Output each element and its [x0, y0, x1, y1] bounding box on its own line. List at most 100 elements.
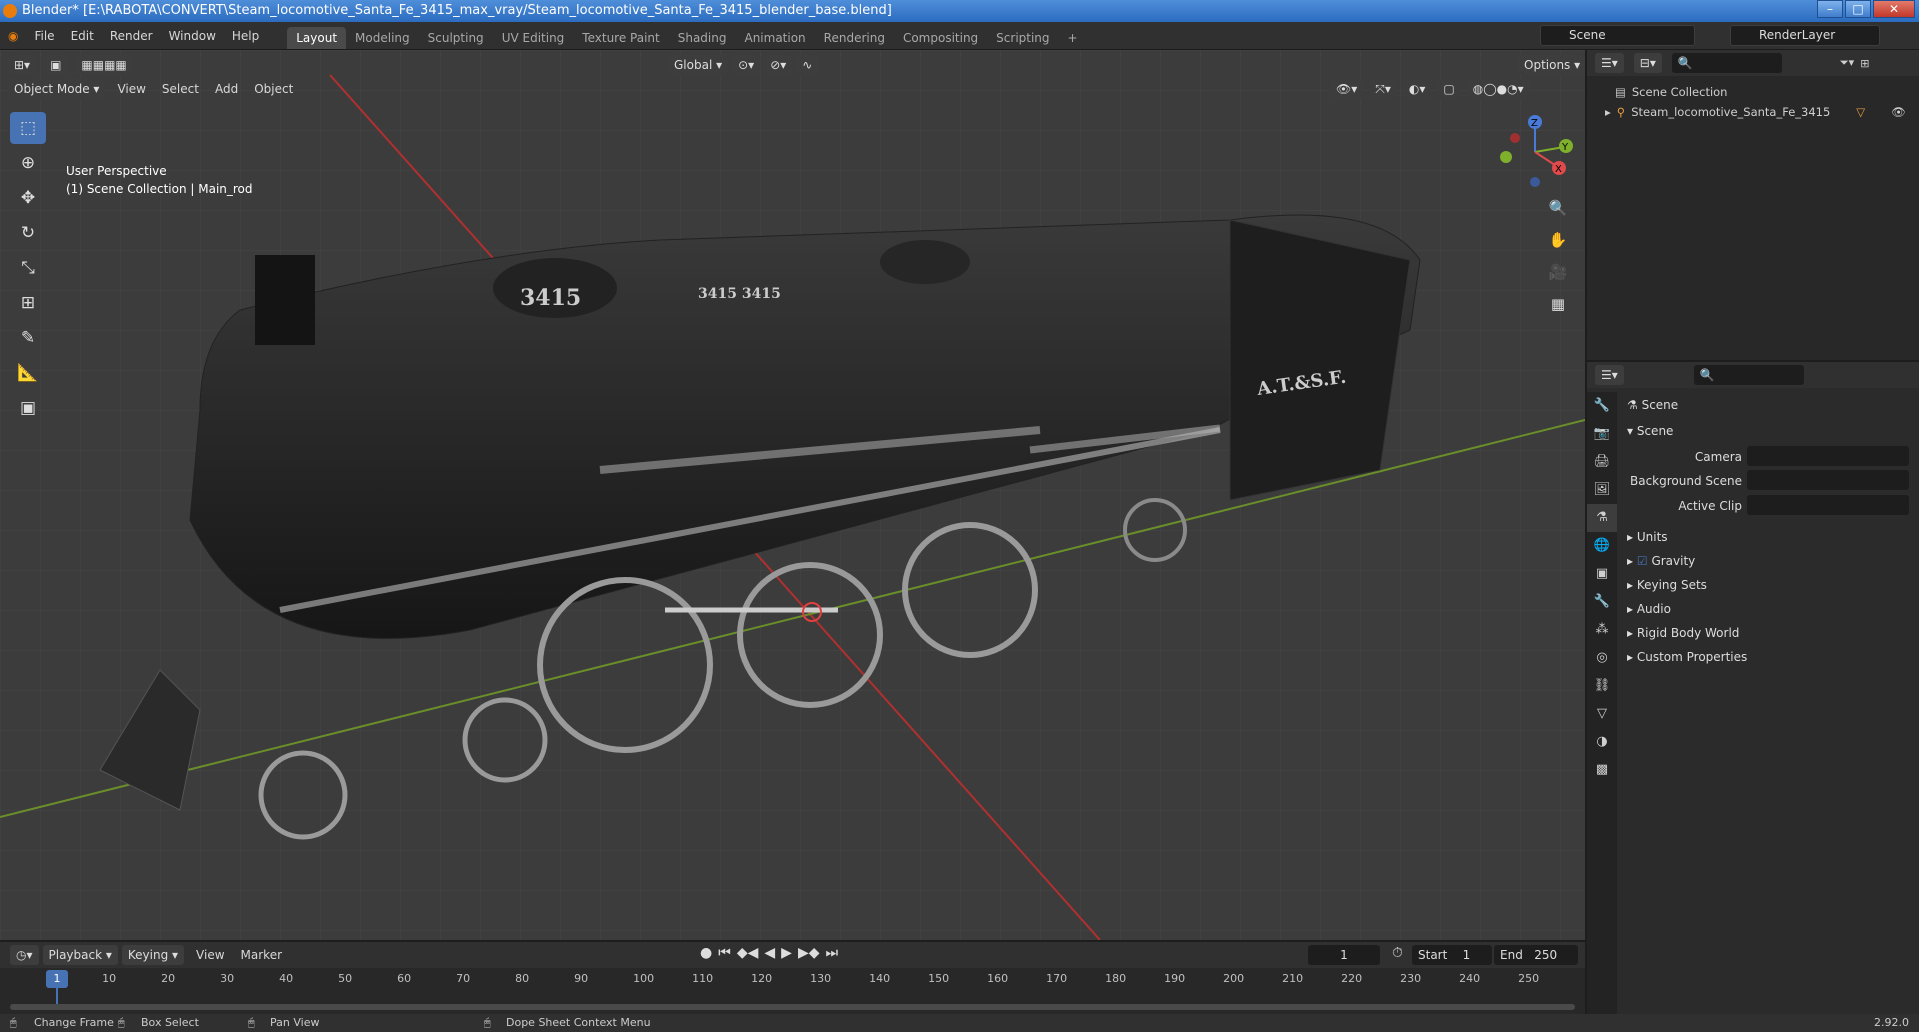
menu-edit[interactable]: Edit [63, 22, 102, 50]
properties-editor-icon[interactable]: ☰▾ [1595, 365, 1624, 385]
locomotive-row[interactable]: ▸ ⚲ Steam_locomotive_Santa_Fe_3415 ▽ 👁 [1605, 102, 1919, 122]
menu-view[interactable]: View [109, 75, 153, 103]
prev-key-icon[interactable]: ◆◀ [737, 945, 759, 961]
annotate-tool-icon[interactable]: ✎ [10, 322, 46, 354]
select-mode-icon[interactable]: ▣ [44, 55, 68, 75]
add-workspace-icon[interactable]: + [1059, 27, 1087, 49]
stopwatch-icon[interactable]: ⏱ [1392, 945, 1403, 961]
play-reverse-icon[interactable]: ◀ [764, 945, 775, 961]
play-icon[interactable]: ▶ [781, 945, 792, 961]
blender-menu-icon[interactable]: ◉ [0, 22, 26, 50]
data-tab-icon[interactable]: ▽ [1587, 700, 1617, 728]
zoom-icon[interactable]: 🔍 [1546, 196, 1570, 220]
texture-tab-icon[interactable]: ▩ [1587, 756, 1617, 784]
tab-sculpting[interactable]: Sculpting [419, 27, 493, 49]
tab-animation[interactable]: Animation [735, 27, 814, 49]
scene-collection-row[interactable]: ▤ Scene Collection [1615, 82, 1919, 102]
xray-icon[interactable]: ▢ [1437, 79, 1461, 99]
new-collection-icon[interactable]: ⊞ [1860, 57, 1869, 70]
move-tool-icon[interactable]: ✥ [10, 182, 46, 214]
constraints-tab-icon[interactable]: ⛓ [1587, 672, 1617, 700]
options-button[interactable]: Options ▾ [1518, 55, 1585, 75]
tab-shading[interactable]: Shading [669, 27, 736, 49]
navigation-gizmo[interactable]: Z Y X [1490, 110, 1580, 190]
menu-window[interactable]: Window [161, 22, 224, 50]
background-scene-field[interactable] [1747, 470, 1909, 490]
display-mode-icon[interactable]: ⊟▾ [1633, 53, 1662, 73]
camera-field[interactable] [1747, 446, 1909, 466]
menu-render[interactable]: Render [102, 22, 161, 50]
scene-tab-icon[interactable]: ⚗ [1587, 504, 1617, 532]
rotate-tool-icon[interactable]: ↻ [10, 217, 46, 249]
material-tab-icon[interactable]: ◑ [1587, 728, 1617, 756]
tab-rendering[interactable]: Rendering [815, 27, 894, 49]
tab-texture-paint[interactable]: Texture Paint [573, 27, 668, 49]
minimize-button[interactable]: – [1817, 0, 1843, 18]
rigid-body-panel[interactable]: ▸ Rigid Body World [1627, 626, 1739, 640]
menu-select[interactable]: Select [154, 75, 207, 103]
active-clip-field[interactable] [1747, 495, 1909, 515]
playhead-frame[interactable]: 1 [46, 970, 68, 988]
cursor-tool-icon[interactable]: ⊕ [10, 147, 46, 179]
playback-menu[interactable]: Playback ▾ [42, 945, 118, 965]
next-key-icon[interactable]: ▶◆ [798, 945, 820, 961]
render-tab-icon[interactable]: 📷 [1587, 420, 1617, 448]
tab-scripting[interactable]: Scripting [987, 27, 1058, 49]
transform-tool-icon[interactable]: ⊞ [10, 287, 46, 319]
select-tool-icon[interactable]: ⬚ [10, 112, 46, 144]
particles-tab-icon[interactable]: ⁂ [1587, 616, 1617, 644]
view-layer-tab-icon[interactable]: 🖼 [1587, 476, 1617, 504]
tab-modeling[interactable]: Modeling [346, 27, 419, 49]
tab-layout[interactable]: Layout [287, 26, 347, 49]
gizmo-toggle-icon[interactable]: ⤧▾ [1369, 79, 1397, 99]
tool-tab-icon[interactable]: 🔧 [1587, 392, 1617, 420]
pivot-icon[interactable]: ⊙▾ [732, 55, 761, 75]
output-tab-icon[interactable]: 🖨 [1587, 448, 1617, 476]
pan-hand-icon[interactable]: ✋ [1546, 228, 1570, 252]
object-tab-icon[interactable]: ▣ [1587, 560, 1617, 588]
shading-modes[interactable]: ◍◯●◔▾ [1466, 79, 1530, 99]
tab-compositing[interactable]: Compositing [894, 27, 987, 49]
menu-object[interactable]: Object [246, 75, 301, 103]
units-panel[interactable]: ▸ Units [1627, 530, 1668, 544]
transform-orientation[interactable]: Global ▾ [668, 55, 729, 75]
editor-type-icon[interactable]: ⊞▾ [8, 55, 37, 75]
keying-sets-panel[interactable]: ▸ Keying Sets [1627, 578, 1707, 592]
keying-menu[interactable]: Keying ▾ [121, 945, 185, 965]
timeline-view-menu[interactable]: View [188, 941, 232, 969]
proportional-icon[interactable]: ∿ [796, 55, 819, 75]
menu-add[interactable]: Add [207, 75, 246, 103]
close-button[interactable]: ✕ [1873, 0, 1915, 18]
outliner-editor-icon[interactable]: ☰▾ [1595, 53, 1624, 73]
properties-search-input[interactable]: 🔍 [1693, 365, 1804, 385]
scene-panel-header[interactable]: ▾ Scene [1627, 424, 1673, 438]
ortho-grid-icon[interactable]: ▦ [1546, 292, 1570, 316]
view-layer-selector[interactable]: RenderLayer [1730, 25, 1880, 46]
menu-file[interactable]: File [26, 22, 62, 50]
timeline-scrollbar[interactable] [10, 1004, 1575, 1010]
add-cube-tool-icon[interactable]: ▣ [10, 392, 46, 424]
world-tab-icon[interactable]: 🌐 [1587, 532, 1617, 560]
menu-help[interactable]: Help [224, 22, 267, 50]
timeline-marker-menu[interactable]: Marker [233, 941, 290, 969]
filter-icon[interactable]: ⏷▾ [1840, 56, 1854, 70]
mode-selector[interactable]: Object Mode ▾ [8, 79, 106, 99]
start-frame-field[interactable]: Start 1 [1412, 945, 1492, 965]
gravity-panel[interactable]: ▸ ☑ Gravity [1627, 554, 1695, 568]
scene-selector[interactable]: Scene [1540, 25, 1695, 46]
snap-icon[interactable]: ⊘▾ [764, 55, 793, 75]
gravity-checkbox[interactable]: ☑ [1637, 554, 1648, 568]
tab-uv-editing[interactable]: UV Editing [493, 27, 574, 49]
custom-properties-panel[interactable]: ▸ Custom Properties [1627, 650, 1747, 664]
timeline-area[interactable]: 10 20 30 40 50 60 70 80 90 100 110 120 130 140 150 160 1… [0, 968, 1585, 1014]
visibility-eye-icon[interactable]: 👁 [1891, 105, 1906, 119]
scale-tool-icon[interactable]: ⤡ [10, 252, 46, 284]
current-frame-field[interactable]: 1 [1308, 945, 1380, 965]
audio-panel[interactable]: ▸ Audio [1627, 602, 1671, 616]
jump-end-icon[interactable]: ⏭ [825, 945, 838, 961]
timeline-editor-icon[interactable]: ◷▾ [10, 945, 39, 965]
outliner-search-input[interactable]: 🔍 [1671, 53, 1782, 73]
maximize-button[interactable]: □ [1845, 0, 1871, 18]
visibility-icon[interactable]: 👁▾ [1330, 79, 1364, 99]
record-icon[interactable]: ● [700, 945, 712, 961]
